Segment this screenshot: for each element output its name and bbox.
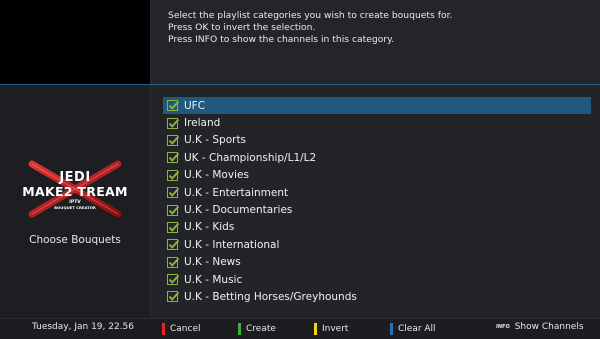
checkbox-checked-icon[interactable]: [167, 169, 180, 181]
create-button[interactable]: Create: [238, 322, 276, 335]
checkbox-checked-icon[interactable]: [167, 239, 180, 251]
footer-bar: Tuesday, Jan 19, 22.56 Cancel Create Inv…: [0, 318, 600, 339]
list-item[interactable]: U.K - Music: [163, 271, 591, 288]
logo-line1: JEDI: [59, 170, 91, 185]
checkbox-checked-icon[interactable]: [167, 256, 180, 268]
checkbox-checked-icon[interactable]: [167, 204, 180, 216]
list-item-label: U.K - International: [184, 238, 280, 251]
yellow-key-icon: [314, 322, 317, 335]
list-item-label: U.K - Movies: [184, 169, 249, 182]
show-channels-label: Show Channels: [514, 322, 584, 332]
instruction-line: Press INFO to show the channels in this …: [168, 34, 395, 45]
checkbox-checked-icon[interactable]: [167, 291, 180, 303]
list-item-label: UFC: [184, 99, 206, 112]
clear-all-label: Clear All: [398, 323, 436, 334]
list-item-label: Ireland: [184, 117, 221, 130]
info-key-icon: INFO: [496, 324, 510, 330]
list-item-label: U.K - Documentaries: [184, 204, 293, 217]
list-item-label: U.K - Music: [184, 273, 243, 286]
blue-key-icon: [390, 322, 393, 335]
red-key-icon: [162, 322, 165, 335]
checkbox-checked-icon[interactable]: [167, 134, 180, 146]
list-item[interactable]: U.K - Documentaries: [163, 201, 591, 218]
cancel-label: Cancel: [170, 323, 201, 334]
list-item-label: UK - Championship/L1/L2: [184, 151, 317, 164]
list-item-label: U.K - Betting Horses/Greyhounds: [184, 290, 357, 303]
list-item-label: U.K - News: [184, 256, 241, 269]
create-label: Create: [246, 323, 276, 334]
vertical-divider: [150, 0, 151, 318]
checkbox-checked-icon[interactable]: [167, 100, 180, 112]
cancel-button[interactable]: Cancel: [162, 322, 201, 335]
list-item[interactable]: U.K - Movies: [163, 167, 591, 184]
logo-line4: BOUQUET CREATOR: [54, 205, 96, 210]
list-item-label: U.K - Entertainment: [184, 186, 289, 199]
checkbox-checked-icon[interactable]: [167, 187, 180, 199]
clear-all-button[interactable]: Clear All: [390, 322, 436, 335]
instruction-line: Select the playlist categories you wish …: [168, 10, 453, 21]
logo-line2: MAKE2 TREAM: [22, 184, 128, 199]
list-item-label: U.K - Kids: [184, 221, 235, 234]
list-item[interactable]: UFC: [163, 97, 591, 115]
instruction-line: Press OK to invert the selection.: [168, 22, 316, 33]
green-key-icon: [238, 322, 241, 335]
list-item[interactable]: UK - Championship/L1/L2: [163, 149, 591, 166]
checkbox-checked-icon[interactable]: [167, 221, 180, 233]
instructions-text: Select the playlist categories you wish …: [168, 10, 588, 46]
list-item[interactable]: Ireland: [163, 114, 591, 131]
invert-button[interactable]: Invert: [314, 322, 348, 335]
list-item[interactable]: U.K - Entertainment: [163, 184, 591, 201]
list-item-label: U.K - Sports: [184, 134, 247, 147]
checkbox-checked-icon[interactable]: [167, 152, 180, 164]
show-channels-button[interactable]: INFO Show Channels: [496, 322, 584, 332]
list-item[interactable]: U.K - International: [163, 236, 591, 253]
date-time: Tuesday, Jan 19, 22.56: [32, 322, 135, 332]
category-list: UFC Ireland U.K - Sports UK - Championsh…: [163, 97, 591, 306]
horizontal-divider: [0, 84, 600, 85]
invert-label: Invert: [322, 323, 349, 334]
left-top-blank-panel: [0, 0, 150, 84]
list-item[interactable]: U.K - Betting Horses/Greyhounds: [163, 288, 591, 305]
list-item[interactable]: U.K - News: [163, 254, 591, 271]
choose-bouquets-label: Choose Bouquets: [29, 234, 121, 246]
list-item[interactable]: U.K - Sports: [163, 132, 591, 149]
list-item[interactable]: U.K - Kids: [163, 219, 591, 236]
jedi-makestream-logo: JEDI MAKE2 TREAM IPTV BOUQUET CREATOR: [14, 160, 136, 218]
checkbox-checked-icon[interactable]: [167, 117, 180, 129]
checkbox-checked-icon[interactable]: [167, 274, 180, 286]
